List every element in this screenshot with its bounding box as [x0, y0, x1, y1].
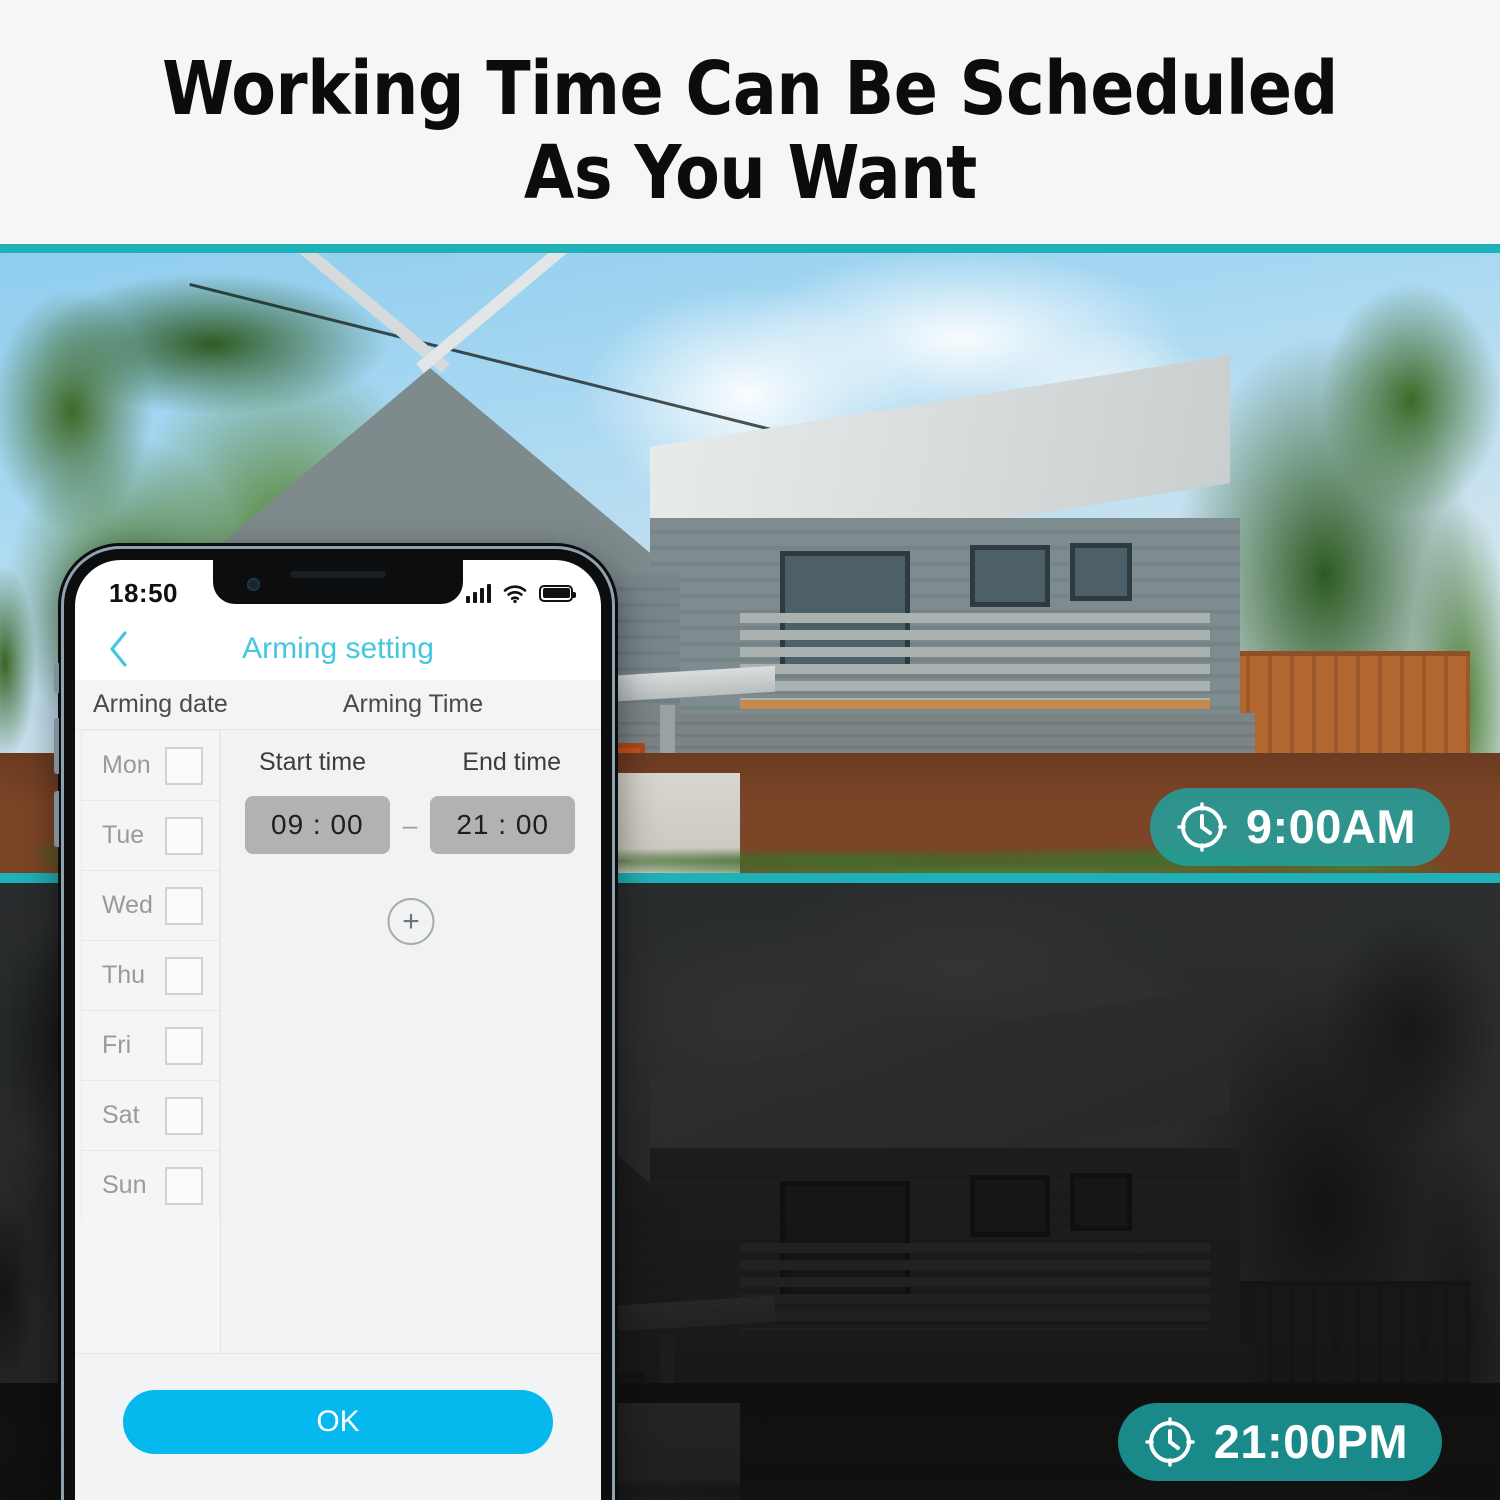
signal-bars-icon: [466, 583, 491, 603]
day-list: Mon Tue Wed Thu Fri Sat Sun: [81, 730, 221, 1353]
day-row-fri[interactable]: Fri: [81, 1010, 220, 1080]
time-panel: Start time End time 09 : 00 – 21 : 00 +: [227, 730, 595, 1353]
earpiece-speaker: [290, 571, 386, 578]
headline-line-1: Working Time Can Be Scheduled: [162, 45, 1338, 132]
end-time-label: End time: [462, 748, 561, 776]
day-checkbox-wed[interactable]: [165, 886, 203, 925]
day-label: Tue: [102, 821, 145, 849]
day-row-wed[interactable]: Wed: [81, 870, 220, 940]
day-label: Sat: [102, 1101, 140, 1129]
window-upper-right-a: [970, 545, 1050, 607]
arming-time-header: Arming Time: [342, 690, 484, 718]
time-range-separator: –: [402, 809, 418, 840]
day-checkbox-sun[interactable]: [165, 1166, 203, 1205]
time-badge-morning: 9:00AM: [1149, 788, 1450, 866]
ok-button[interactable]: OK: [123, 1390, 553, 1454]
settings-body: Mon Tue Wed Thu Fri Sat Sun Start time E…: [75, 730, 601, 1500]
day-row-tue[interactable]: Tue: [81, 800, 220, 870]
window-upper-right-b: [1070, 543, 1132, 601]
phone-mockup: 18:50 Arming setting Arming date Arming …: [54, 543, 618, 1500]
day-row-sun[interactable]: Sun: [81, 1150, 220, 1220]
page-title: Arming setting: [242, 632, 434, 665]
day-row-thu[interactable]: Thu: [81, 940, 220, 1010]
product-feature-page: Working Time Can Be Scheduled As You Wan…: [0, 0, 1500, 1500]
headline-line-2: As You Want: [523, 129, 977, 216]
phone-screen: 18:50 Arming setting Arming date Arming …: [75, 560, 601, 1500]
time-values-row: 09 : 00 – 21 : 00: [227, 796, 595, 854]
day-label: Mon: [102, 751, 151, 779]
mute-switch[interactable]: [54, 663, 59, 693]
wifi-icon: [503, 585, 527, 603]
phone-notch: [213, 560, 463, 604]
day-row-sat[interactable]: Sat: [81, 1080, 220, 1150]
plus-circle-icon[interactable]: +: [387, 898, 435, 945]
day-label: Wed: [102, 891, 153, 919]
time-badge-evening: 21:00PM: [1117, 1403, 1442, 1481]
clock-icon: [1177, 802, 1227, 852]
day-checkbox-fri[interactable]: [165, 1026, 203, 1065]
balcony-railing: [740, 613, 1210, 709]
front-camera: [247, 578, 260, 591]
status-bar-time: 18:50: [109, 577, 178, 608]
day-label: Fri: [102, 1031, 132, 1059]
clock-icon: [1145, 1417, 1195, 1467]
header-divider: [0, 244, 1500, 253]
start-time-input[interactable]: 09 : 00: [245, 796, 390, 854]
day-checkbox-mon[interactable]: [165, 746, 203, 785]
time-badge-evening-label: 21:00PM: [1213, 1415, 1408, 1468]
time-badge-morning-label: 9:00AM: [1245, 800, 1416, 853]
day-checkbox-thu[interactable]: [165, 956, 203, 995]
nav-bar: Arming setting: [75, 618, 601, 680]
footer-zone: OK: [75, 1353, 601, 1500]
header-banner: Working Time Can Be Scheduled As You Wan…: [0, 0, 1500, 251]
day-checkbox-tue[interactable]: [165, 816, 203, 855]
time-labels-row: Start time End time: [227, 748, 595, 777]
volume-up-button[interactable]: [54, 718, 59, 774]
day-checkbox-sat[interactable]: [165, 1096, 203, 1135]
end-time-input[interactable]: 21 : 00: [430, 796, 575, 854]
start-time-label: Start time: [259, 748, 366, 776]
arming-date-header: Arming date: [93, 690, 228, 718]
volume-down-button[interactable]: [54, 791, 59, 847]
battery-full-icon: [539, 584, 576, 602]
day-label: Sun: [102, 1171, 147, 1199]
day-row-mon[interactable]: Mon: [81, 730, 220, 800]
column-headers: Arming date Arming Time: [75, 680, 601, 730]
status-bar-icons: [466, 583, 576, 603]
day-label: Thu: [102, 961, 146, 989]
